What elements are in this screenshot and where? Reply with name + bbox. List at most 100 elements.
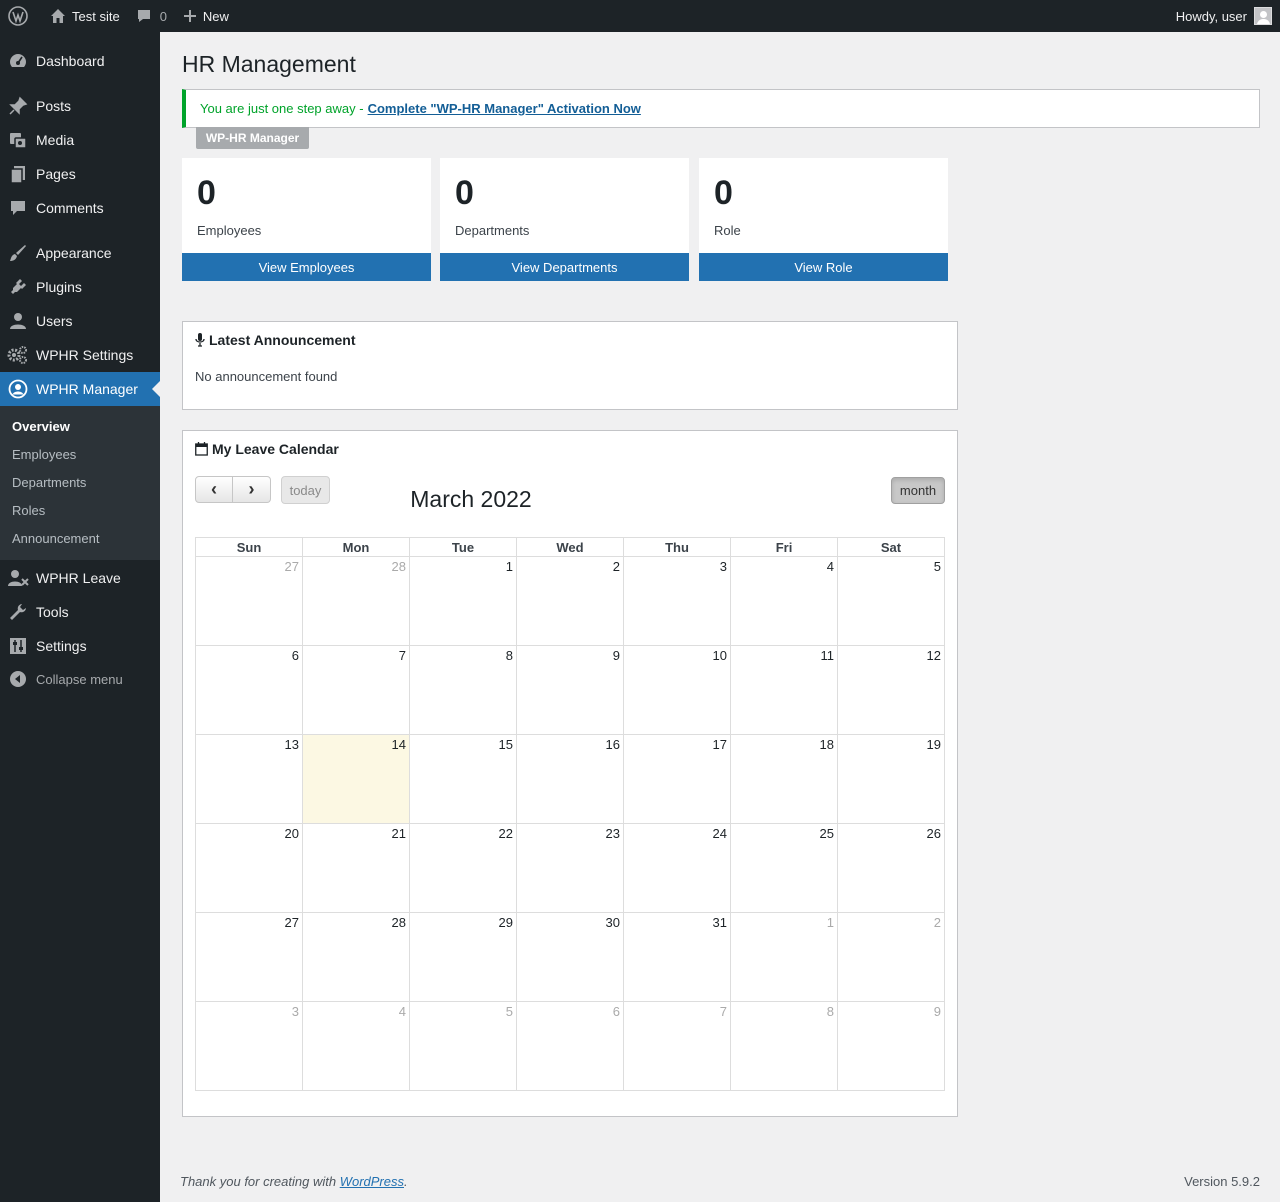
sidebar-item-wphr-leave[interactable]: WPHR Leave (0, 561, 160, 595)
sidebar-item-wphr-settings[interactable]: WPHR Settings (0, 338, 160, 372)
calendar-day[interactable]: 16 (516, 734, 624, 824)
announcement-title-text: Latest Announcement (209, 332, 356, 348)
submenu-item-roles[interactable]: Roles (12, 503, 45, 518)
calendar-day[interactable]: 29 (409, 912, 517, 1002)
calendar-day[interactable]: 24 (623, 823, 731, 913)
comments-link[interactable]: 0 (128, 0, 175, 32)
settings-sliders-icon (0, 636, 36, 656)
calendar-day[interactable]: 15 (409, 734, 517, 824)
sidebar-item-wphr-manager[interactable]: WPHR Manager (0, 372, 160, 406)
submenu-item-overview[interactable]: Overview (12, 419, 70, 434)
sidebar-item-label: Appearance (36, 245, 112, 261)
calendar-day[interactable]: 27 (195, 912, 303, 1002)
calendar-day[interactable]: 8 (409, 645, 517, 735)
calendar-day[interactable]: 8 (730, 1001, 838, 1091)
weekday-header: Mon (302, 537, 410, 557)
calendar-day[interactable]: 19 (837, 734, 945, 824)
calendar-day[interactable]: 7 (302, 645, 410, 735)
submenu-item-announcement[interactable]: Announcement (12, 531, 99, 546)
calendar-day[interactable]: 5 (837, 556, 945, 646)
new-content-link[interactable]: New (175, 0, 237, 32)
calendar-day[interactable]: 28 (302, 912, 410, 1002)
calendar-day[interactable]: 28 (302, 556, 410, 646)
page-title: HR Management (182, 51, 356, 77)
comment-icon (0, 198, 36, 218)
calendar-day[interactable]: 17 (623, 734, 731, 824)
calendar-day[interactable]: 6 (195, 645, 303, 735)
calendar-day[interactable]: 12 (837, 645, 945, 735)
calendar-day[interactable]: 30 (516, 912, 624, 1002)
my-account-menu[interactable]: Howdy, user (1168, 0, 1280, 32)
sidebar-item-label: Settings (36, 638, 87, 654)
calendar-month-view-button[interactable]: month (891, 477, 945, 504)
sidebar-item-media[interactable]: Media (0, 123, 160, 157)
sidebar-item-settings[interactable]: Settings (0, 629, 160, 663)
site-name: Test site (72, 8, 120, 24)
calendar-day[interactable]: 22 (409, 823, 517, 913)
sidebar-item-label: Dashboard (36, 53, 105, 69)
calendar-day[interactable]: 20 (195, 823, 303, 913)
wordpress-logo-icon (8, 6, 28, 26)
calendar-day[interactable]: 26 (837, 823, 945, 913)
calendar-day[interactable]: 3 (623, 556, 731, 646)
calendar-day[interactable]: 27 (195, 556, 303, 646)
calendar-day[interactable]: 4 (302, 1001, 410, 1091)
wphr-manager-submenu: Overview Employees Departments Roles Ann… (0, 406, 160, 560)
view-employees-button[interactable]: View Employees (182, 253, 431, 281)
calendar-day[interactable]: 9 (837, 1001, 945, 1091)
sidebar-item-pages[interactable]: Pages (0, 157, 160, 191)
sidebar-item-posts[interactable]: Posts (0, 89, 160, 123)
sidebar-item-comments[interactable]: Comments (0, 191, 160, 225)
calendar-day[interactable]: 1 (730, 912, 838, 1002)
weekday-header: Fri (730, 537, 838, 557)
wordpress-logo-menu[interactable] (0, 0, 42, 32)
collapse-menu-label: Collapse menu (36, 671, 123, 687)
sidebar-item-label: WPHR Leave (36, 570, 121, 586)
notice-text: You are just one step away - (200, 101, 364, 116)
calendar-week-row: 3456789 (195, 1001, 945, 1091)
calendar-day[interactable]: 31 (623, 912, 731, 1002)
calendar-weekday-header: Sun Mon Tue Wed Thu Fri Sat (195, 537, 945, 557)
calendar-day[interactable]: 6 (516, 1001, 624, 1091)
sidebar-item-tools[interactable]: Tools (0, 595, 160, 629)
submenu-item-employees[interactable]: Employees (12, 447, 76, 462)
calendar-day[interactable]: 3 (195, 1001, 303, 1091)
sidebar-item-appearance[interactable]: Appearance (0, 236, 160, 270)
calendar-day[interactable]: 23 (516, 823, 624, 913)
calendar-day[interactable]: 21 (302, 823, 410, 913)
calendar-week-row: 6 7 8 9 10 11 12 (195, 645, 945, 735)
calendar-day[interactable]: 2 (516, 556, 624, 646)
calendar-day[interactable]: 9 (516, 645, 624, 735)
admin-sidebar: Dashboard Posts Media Pages Comments App… (0, 32, 160, 1202)
calendar-day[interactable]: 1 (409, 556, 517, 646)
wrench-icon (0, 602, 36, 622)
calendar-day[interactable]: 2 (837, 912, 945, 1002)
calendar-day[interactable]: 4 (730, 556, 838, 646)
calendar-week-row: 20 21 22 23 24 25 26 (195, 823, 945, 913)
calendar-month-title: March 2022 (410, 486, 532, 512)
main-content: HR Management You are just one step away… (160, 32, 1280, 1202)
user-circle-icon (0, 379, 36, 399)
weekday-header: Sat (837, 537, 945, 557)
view-role-button[interactable]: View Role (699, 253, 948, 281)
calendar-day-today[interactable]: 14 (302, 734, 410, 824)
calendar-day[interactable]: 7 (623, 1001, 731, 1091)
sidebar-item-label: Tools (36, 604, 69, 620)
calendar-icon (195, 442, 208, 456)
site-name-link[interactable]: Test site (42, 0, 128, 32)
sidebar-item-users[interactable]: Users (0, 304, 160, 338)
calendar-day[interactable]: 13 (195, 734, 303, 824)
calendar-day[interactable]: 5 (409, 1001, 517, 1091)
calendar-day[interactable]: 10 (623, 645, 731, 735)
calendar-day[interactable]: 18 (730, 734, 838, 824)
sidebar-item-dashboard[interactable]: Dashboard (0, 44, 160, 78)
calendar-day[interactable]: 11 (730, 645, 838, 735)
view-departments-button[interactable]: View Departments (440, 253, 689, 281)
calendar-day[interactable]: 25 (730, 823, 838, 913)
leave-calendar-panel: My Leave Calendar ‹ › today March 2022 m… (182, 430, 958, 1117)
collapse-menu-button[interactable]: Collapse menu (0, 666, 160, 692)
wordpress-link[interactable]: WordPress (340, 1174, 404, 1189)
sidebar-item-plugins[interactable]: Plugins (0, 270, 160, 304)
calendar-week-row: 27 28 1 2 3 4 5 (195, 556, 945, 646)
activation-link[interactable]: Complete "WP-HR Manager" Activation Now (368, 101, 641, 116)
